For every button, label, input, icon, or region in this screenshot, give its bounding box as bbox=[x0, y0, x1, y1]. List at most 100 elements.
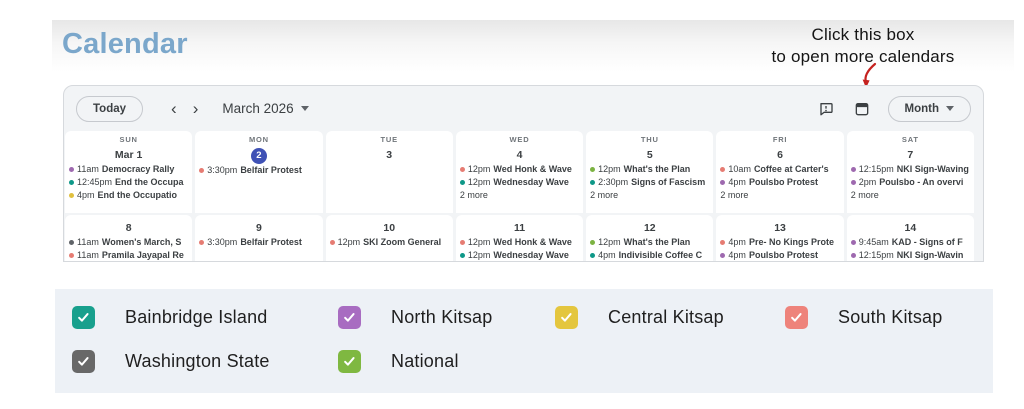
legend-checkbox-washington-state[interactable] bbox=[72, 349, 95, 373]
calendar-event[interactable]: 9:45am KAD - Signs of F bbox=[847, 236, 974, 249]
event-title: Coffee at Carter's bbox=[753, 164, 829, 174]
calendar-event[interactable]: 4pm End the Occupatio bbox=[65, 189, 192, 202]
date-number[interactable]: 14 bbox=[905, 221, 917, 235]
weekday-label: THU bbox=[640, 135, 659, 144]
date-number[interactable]: 7 bbox=[907, 148, 913, 162]
day-header: SAT 7 bbox=[847, 131, 974, 163]
date-number[interactable]: 3 bbox=[386, 148, 392, 162]
date-number[interactable]: 8 bbox=[126, 221, 132, 235]
event-color-dot bbox=[590, 253, 596, 258]
legend-checkbox-national[interactable] bbox=[338, 349, 361, 373]
day-cell[interactable]: 11 12pm Wed Honk & Wave 12pm Wednesday Wave bbox=[455, 215, 584, 261]
calendar-event[interactable]: 12pm Wednesday Wave bbox=[456, 249, 583, 261]
calendar-widget: Today ‹ › March 2026 Month SUN Mar 1 11am D… bbox=[63, 85, 984, 262]
legend-checkbox-bainbridge-island[interactable] bbox=[72, 305, 95, 329]
date-number[interactable]: 6 bbox=[777, 148, 783, 162]
date-number[interactable]: 13 bbox=[774, 221, 786, 235]
today-button[interactable]: Today bbox=[76, 95, 144, 122]
view-selector-button[interactable]: Month bbox=[887, 95, 971, 122]
page-title: Calendar bbox=[62, 28, 188, 60]
calendar-event[interactable]: 11am Pramila Jayapal Re bbox=[65, 249, 192, 261]
event-title: KAD - Signs of F bbox=[891, 237, 963, 247]
more-events-link[interactable]: 2 more bbox=[456, 189, 583, 202]
date-range-dropdown[interactable]: March 2026 bbox=[222, 101, 309, 116]
day-cell[interactable]: 10 12pm SKI Zoom General bbox=[325, 215, 453, 261]
date-number[interactable]: Mar 1 bbox=[115, 148, 142, 162]
event-title: Wednesday Wave bbox=[493, 250, 569, 260]
calendar-event[interactable]: 12:45pm End the Occupa bbox=[65, 176, 192, 189]
day-header: SUN Mar 1 bbox=[65, 131, 192, 163]
legend-checkbox-north-kitsap[interactable] bbox=[338, 305, 361, 329]
calendar-event[interactable]: 2pm Poulsbo - An overvi bbox=[847, 176, 974, 189]
event-title: Signs of Fascism bbox=[631, 177, 706, 187]
day-cell[interactable]: 8 11am Women's March, S 11am Pramila Jayapal… bbox=[65, 215, 193, 261]
event-time: 3:30pm bbox=[207, 164, 238, 175]
open-calendars-icon[interactable] bbox=[854, 101, 870, 117]
calendar-event[interactable]: 2:30pm Signs of Fascism bbox=[586, 176, 713, 189]
calendar-event[interactable]: 12pm SKI Zoom General bbox=[326, 236, 453, 249]
event-color-dot bbox=[720, 167, 726, 172]
day-cell[interactable]: 9 3:30pm Belfair Protest bbox=[195, 215, 323, 261]
legend-checkbox-central-kitsap[interactable] bbox=[555, 305, 578, 329]
prev-month-icon[interactable]: ‹ bbox=[163, 100, 185, 117]
today-date-badge[interactable]: 2 bbox=[250, 147, 267, 164]
feedback-icon[interactable] bbox=[818, 101, 834, 117]
legend-label: North Kitsap bbox=[391, 306, 493, 327]
event-color-dot bbox=[69, 240, 74, 245]
chevron-down-icon bbox=[946, 106, 954, 111]
next-month-icon[interactable]: › bbox=[185, 100, 207, 117]
calendar-event[interactable]: 12pm Wed Honk & Wave bbox=[456, 163, 583, 176]
date-number[interactable]: 9 bbox=[256, 221, 262, 235]
more-events-link[interactable]: 2 more bbox=[716, 189, 843, 202]
date-number[interactable]: 10 bbox=[383, 221, 395, 235]
checkmark-icon bbox=[791, 312, 802, 322]
date-number[interactable]: 12 bbox=[644, 221, 656, 235]
event-color-dot bbox=[720, 253, 726, 258]
calendar-event[interactable]: 12:15pm NKI Sign-Wavin bbox=[847, 249, 974, 261]
event-color-dot bbox=[850, 240, 856, 245]
checkmark-icon bbox=[78, 356, 89, 366]
day-cell[interactable]: SUN Mar 1 11am Democracy Rally 12:45pm End th… bbox=[65, 131, 193, 213]
day-cell[interactable]: WED 4 12pm Wed Honk & Wave 12pm Wednesday Wav… bbox=[455, 131, 584, 213]
date-number[interactable]: 4 bbox=[517, 148, 523, 162]
day-cell[interactable]: 12 12pm What's the Plan 4pm Indivisible Coff… bbox=[586, 215, 714, 261]
calendar-event[interactable]: 4pm Pre- No Kings Prote bbox=[716, 236, 843, 249]
date-number[interactable]: 5 bbox=[647, 148, 653, 162]
day-cell[interactable]: 13 4pm Pre- No Kings Prote 4pm Poulsbo Prote… bbox=[716, 215, 844, 261]
calendar-event[interactable]: 11am Democracy Rally bbox=[65, 163, 192, 176]
day-cell[interactable]: FRI 6 10am Coffee at Carter's 4pm Poulsbo Pro… bbox=[716, 131, 844, 213]
event-time: 9:45am bbox=[858, 237, 889, 247]
event-time: 2pm bbox=[858, 177, 877, 187]
more-events-link[interactable]: 2 more bbox=[586, 189, 713, 202]
event-title: End the Occupa bbox=[115, 177, 184, 187]
calendar-event[interactable]: 12pm What's the Plan bbox=[586, 236, 713, 249]
event-time: 12:15pm bbox=[858, 164, 894, 174]
legend-item: National bbox=[338, 349, 555, 373]
calendar-event[interactable]: 12pm What's the Plan bbox=[586, 163, 713, 176]
event-time: 11am bbox=[77, 237, 99, 247]
day-cell[interactable]: THU 5 12pm What's the Plan 2:30pm Signs of Fa… bbox=[586, 131, 714, 213]
event-time: 12pm bbox=[598, 237, 621, 247]
more-events-link[interactable]: 2 more bbox=[847, 189, 974, 202]
calendar-event[interactable]: 11am Women's March, S bbox=[65, 236, 192, 249]
event-title: Poulsbo - An overvi bbox=[879, 177, 964, 187]
event-color-dot bbox=[459, 253, 465, 258]
calendar-event[interactable]: 4pm Indivisible Coffee C bbox=[586, 249, 713, 261]
calendar-event[interactable]: 10am Coffee at Carter's bbox=[716, 163, 843, 176]
legend-checkbox-south-kitsap[interactable] bbox=[785, 305, 808, 329]
event-title: Wed Honk & Wave bbox=[493, 237, 572, 247]
calendar-event[interactable]: 4pm Poulsbo Protest bbox=[716, 176, 843, 189]
legend-item: North Kitsap bbox=[338, 305, 555, 329]
calendar-event[interactable]: 3:30pm Belfair Protest bbox=[195, 164, 322, 177]
calendar-event[interactable]: 4pm Poulsbo Protest bbox=[716, 249, 843, 261]
calendar-event[interactable]: 12pm Wednesday Wave bbox=[456, 176, 583, 189]
date-number[interactable]: 11 bbox=[514, 221, 525, 235]
calendar-event[interactable]: 12:15pm NKI Sign-Waving bbox=[847, 163, 974, 176]
day-cell[interactable]: 14 9:45am KAD - Signs of F 12:15pm NKI Sign-… bbox=[846, 215, 974, 261]
day-cell[interactable]: TUE 3 bbox=[325, 131, 453, 213]
calendar-event[interactable]: 3:30pm Belfair Protest bbox=[195, 236, 322, 249]
day-cell[interactable]: SAT 7 12:15pm NKI Sign-Waving 2pm Poulsbo - A… bbox=[846, 131, 974, 213]
day-cell[interactable]: MON 2 3:30pm Belfair Protest bbox=[195, 131, 323, 213]
day-header: 12 bbox=[586, 215, 713, 236]
calendar-event[interactable]: 12pm Wed Honk & Wave bbox=[456, 236, 583, 249]
